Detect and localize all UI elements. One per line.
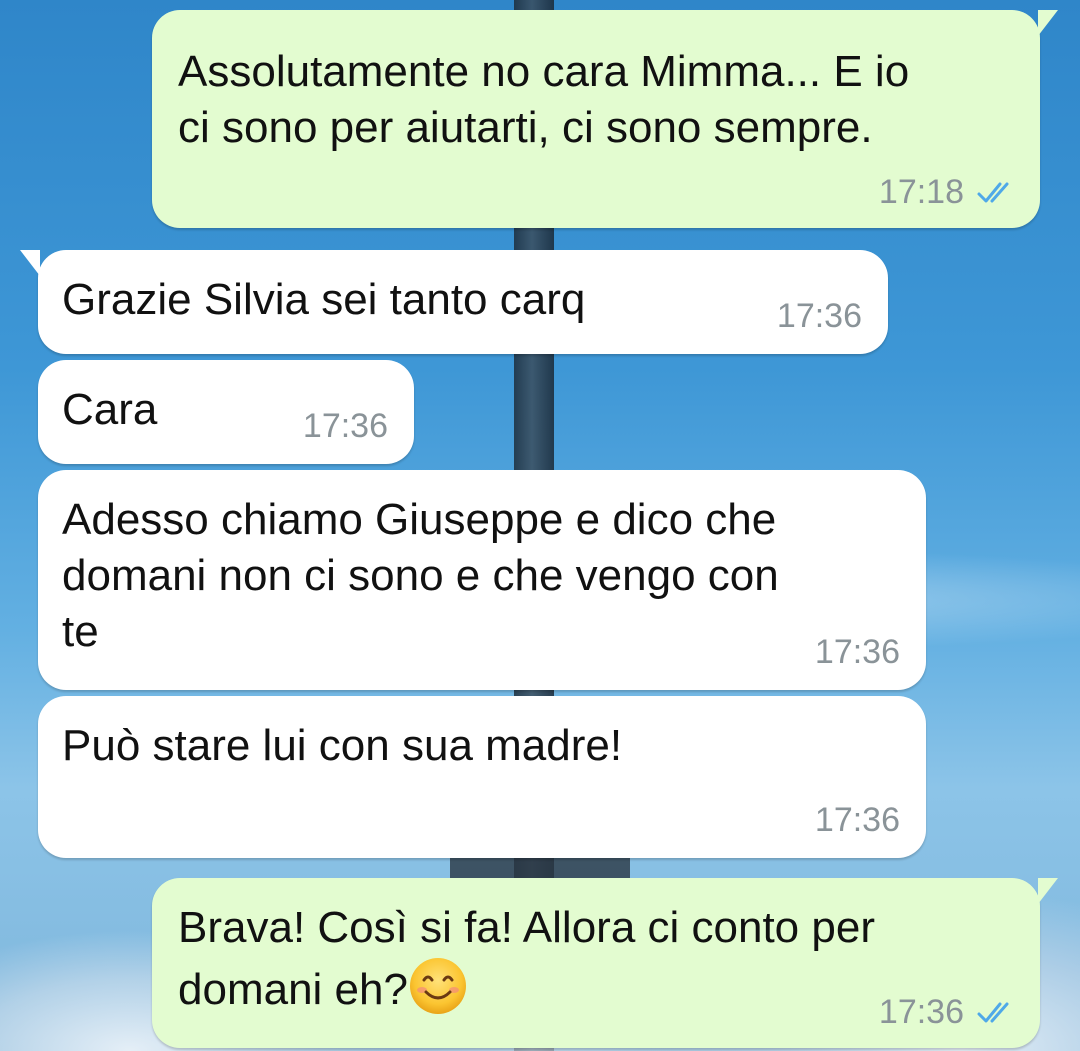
read-receipt-icon (977, 1002, 1009, 1023)
message-bubble-incoming[interactable]: Cara 17:36 (38, 360, 414, 464)
message-text: Adesso chiamo Giuseppe e dico che domani… (62, 495, 779, 656)
message-time: 17:36 (878, 993, 964, 1031)
message-time: 17:36 (814, 801, 900, 839)
message-time: 17:36 (302, 407, 388, 445)
message-text: Assolutamente no cara Mimma... E io ci s… (178, 47, 910, 152)
smiling-face-emoji-icon (409, 958, 466, 1014)
message-text-content: Brava! Così si fa! Allora ci conto per d… (178, 903, 875, 1014)
message-bubble-incoming[interactable]: Adesso chiamo Giuseppe e dico che domani… (38, 470, 926, 690)
message-text: Grazie Silvia sei tanto carq (62, 275, 586, 324)
read-receipt-icon (977, 182, 1009, 203)
message-text: Brava! Così si fa! Allora ci conto per d… (178, 900, 875, 1018)
message-time: 17:36 (814, 633, 900, 671)
message-time: 17:36 (776, 297, 862, 335)
bubble-tail (1038, 10, 1058, 36)
bubble-tail (1038, 878, 1058, 904)
message-bubble-incoming[interactable]: Grazie Silvia sei tanto carq 17:36 (20, 250, 888, 354)
message-bubble-outgoing[interactable]: Brava! Così si fa! Allora ci conto per d… (152, 878, 1058, 1048)
message-time: 17:18 (878, 173, 964, 211)
message-text: Può stare lui con sua madre! (62, 721, 623, 770)
message-text: Cara (62, 385, 158, 434)
message-bubble-outgoing[interactable]: Assolutamente no cara Mimma... E io ci s… (152, 10, 1058, 228)
message-bubble-incoming[interactable]: Può stare lui con sua madre! 17:36 (38, 696, 926, 858)
bubble-tail (20, 250, 40, 276)
